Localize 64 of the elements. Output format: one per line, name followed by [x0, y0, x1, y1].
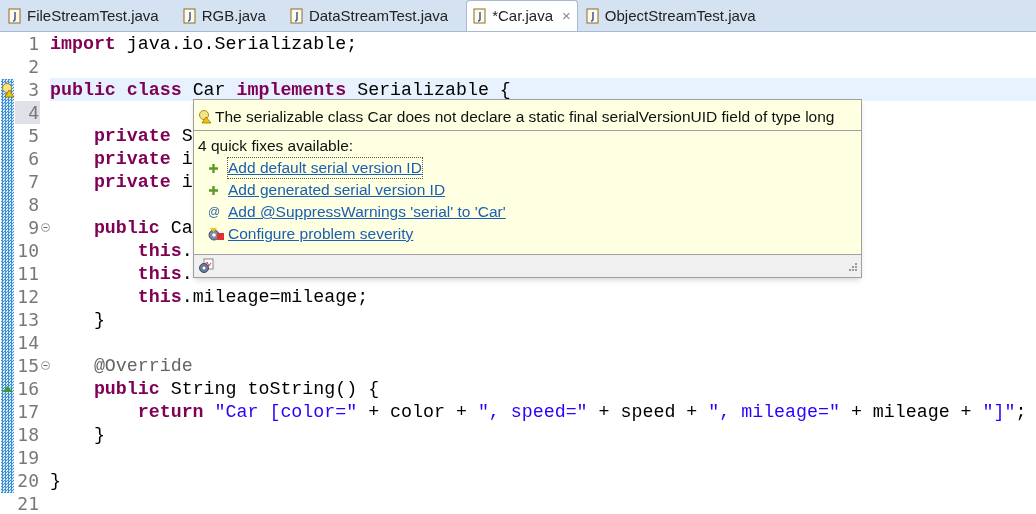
line-number: 2: [27, 55, 40, 78]
quick-fix-link[interactable]: Add default serial version ID: [228, 158, 422, 178]
line-number: 6: [27, 147, 40, 170]
resize-grip-icon[interactable]: [847, 261, 857, 271]
gear-error-icon: [208, 227, 224, 241]
lightbulb-warning-icon: [0, 81, 15, 98]
java-file-icon: [585, 8, 600, 24]
line-number: 8: [27, 193, 40, 216]
at-icon: @: [208, 206, 221, 218]
quick-fix-summary: 4 quick fixes available:: [198, 136, 355, 156]
code-line: this.: [136, 263, 193, 286]
line-number: 10: [16, 239, 40, 262]
code-line: return "Car [color=" + color + ", speed=" + speed + ", mileage=" + mileage + "]";: [136, 401, 1027, 424]
line-number: 1: [27, 32, 40, 55]
line-number: 15: [16, 354, 40, 377]
editor-tab[interactable]: DataStreamTest.java: [283, 1, 455, 31]
code-line: private S: [92, 125, 193, 148]
java-file-icon: [473, 8, 488, 24]
quick-fix-link[interactable]: Add generated serial version ID: [228, 180, 446, 200]
line-number: 7: [27, 170, 40, 193]
lightbulb-warning-icon: [198, 109, 212, 124]
code-line: public String toString() {: [92, 378, 380, 401]
fold-icon[interactable]: [40, 223, 50, 232]
code-line: @Override: [92, 355, 193, 378]
line-number: 3: [27, 78, 40, 101]
code-line: }: [92, 424, 105, 447]
code-line: }: [50, 470, 61, 493]
problem-message: The serializable class Car does not declare a static final serialVersionUID field of type long: [215, 106, 835, 127]
code-line: public Ca: [92, 217, 193, 240]
line-number: 11: [16, 262, 40, 285]
editor-tab[interactable]: ObjectStreamTest.java: [579, 1, 762, 31]
code-line: import java.io.Serializable;: [50, 33, 358, 56]
plus-icon: [208, 162, 219, 174]
line-number: 19: [16, 446, 40, 469]
quick-fix-link[interactable]: Configure problem severity: [228, 224, 414, 244]
code-line: private i: [92, 171, 193, 194]
code-line: public class Car implements Serializable {: [50, 79, 511, 102]
line-number: 21: [16, 492, 40, 514]
java-file-icon: [289, 8, 304, 24]
gear-preferences-icon[interactable]: [198, 258, 214, 274]
java-file-icon: [182, 8, 197, 24]
line-number: 20: [16, 469, 40, 492]
java-file-icon: [8, 8, 22, 24]
code-line: private i: [92, 148, 193, 171]
editor-tab[interactable]: RGB.java: [176, 1, 272, 31]
line-number: 5: [27, 124, 40, 147]
code-line: }: [92, 309, 105, 332]
code-line: this.: [136, 240, 193, 263]
line-number: 18: [16, 423, 40, 446]
editor-tab[interactable]: FileStreamTest.java: [2, 1, 165, 31]
line-number: 17: [16, 400, 40, 423]
line-number: 14: [16, 331, 40, 354]
fold-icon[interactable]: [40, 361, 50, 370]
quick-fix-link[interactable]: Add @SuppressWarnings 'serial' to 'Car': [228, 202, 506, 222]
close-button[interactable]: ×: [562, 4, 571, 28]
editor-tab[interactable]: *Car.java ×: [466, 0, 578, 31]
code-line: this.mileage=mileage;: [136, 286, 369, 309]
override-icon: [1, 384, 14, 393]
plus-icon: [208, 184, 219, 196]
line-number: 4: [15, 101, 40, 124]
line-number: 9: [27, 216, 40, 239]
line-number: 16: [16, 377, 40, 400]
line-number: 13: [16, 308, 40, 331]
line-number: 12: [16, 285, 40, 308]
